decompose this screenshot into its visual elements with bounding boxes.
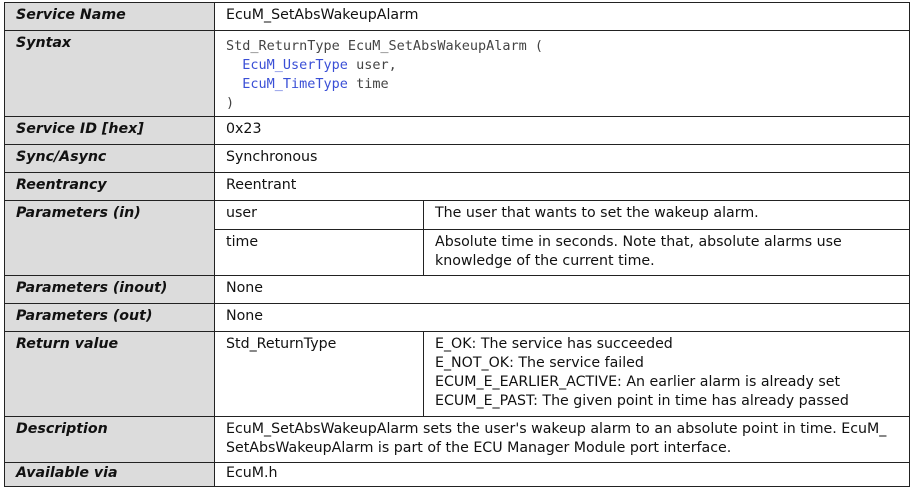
param-in-desc-time: Absolute time in seconds. Note that, abs… xyxy=(424,230,853,276)
row-sync-async: Sync/Async Synchronous xyxy=(4,144,910,173)
param1-name: user, xyxy=(347,57,397,73)
value-parameters-inout: None xyxy=(226,280,264,296)
row-parameters-out: Parameters (out) None xyxy=(4,303,910,332)
syntax-code: Std_ReturnType EcuM_SetAbsWakeupAlarm ( … xyxy=(215,31,554,117)
row-description: Description EcuM_SetAbsWakeupAlarm sets … xyxy=(4,416,910,463)
row-syntax: Syntax Std_ReturnType EcuM_SetAbsWakeupA… xyxy=(4,30,910,117)
value-service-id: 0x23 xyxy=(226,121,262,137)
label-reentrancy: Reentrancy xyxy=(4,173,214,201)
syntax-line-1: Std_ReturnType EcuM_SetAbsWakeupAlarm ( xyxy=(226,38,543,54)
return-code-past: ECUM_E_PAST: The given point in time has… xyxy=(435,393,849,409)
description-line2: SetAbsWakeupAlarm is part of the ECU Man… xyxy=(226,440,732,456)
value-service-name: EcuM_SetAbsWakeupAlarm xyxy=(226,7,419,23)
param2-type: EcuM_TimeType xyxy=(242,76,348,92)
label-return-value: Return value xyxy=(4,332,214,417)
return-code-earlier-active: ECUM_E_EARLIER_ACTIVE: An earlier alarm … xyxy=(435,374,841,390)
label-parameters-inout: Parameters (inout) xyxy=(4,276,214,304)
label-sync-async: Sync/Async xyxy=(4,145,214,173)
value-reentrancy: Reentrant xyxy=(226,177,297,193)
value-description: EcuM_SetAbsWakeupAlarm sets the user's w… xyxy=(215,417,897,463)
value-sync-async: Synchronous xyxy=(226,149,318,165)
param-in-desc-time-line2: knowledge of the current time. xyxy=(435,253,655,269)
row-available-via: Available via EcuM.h xyxy=(4,462,910,487)
param2-name: time xyxy=(347,76,389,92)
label-available-via: Available via xyxy=(4,463,214,486)
label-parameters-out: Parameters (out) xyxy=(4,304,214,332)
row-service-name: Service Name EcuM_SetAbsWakeupAlarm xyxy=(4,2,910,31)
row-reentrancy: Reentrancy Reentrant xyxy=(4,172,910,201)
label-service-name: Service Name xyxy=(4,3,214,31)
param-in-name-user: user xyxy=(226,205,257,221)
label-syntax: Syntax xyxy=(4,31,214,117)
row-service-id: Service ID [hex] 0x23 xyxy=(4,116,910,145)
label-service-id: Service ID [hex] xyxy=(4,117,214,145)
row-parameters-in: Parameters (in) user The user that wants… xyxy=(4,200,910,276)
value-available-via: EcuM.h xyxy=(226,465,278,481)
return-codes: E_OK: The service has succeeded E_NOT_OK… xyxy=(424,332,860,417)
param-in-name-time: time xyxy=(226,234,259,250)
param-in-desc-time-line1: Absolute time in seconds. Note that, abs… xyxy=(435,234,842,250)
return-type: Std_ReturnType xyxy=(226,336,337,352)
param-in-desc-user: The user that wants to set the wakeup al… xyxy=(435,205,759,221)
label-description: Description xyxy=(4,417,214,463)
label-parameters-in: Parameters (in) xyxy=(4,201,214,276)
syntax-line-3: EcuM_TimeType time xyxy=(226,75,543,94)
return-code-ok: E_OK: The service has succeeded xyxy=(435,336,673,352)
row-return-value: Return value Std_ReturnType E_OK: The se… xyxy=(4,331,910,417)
param1-type: EcuM_UserType xyxy=(242,57,348,73)
syntax-line-2: EcuM_UserType user, xyxy=(226,56,543,75)
value-parameters-out: None xyxy=(226,308,264,324)
row-parameters-inout: Parameters (inout) None xyxy=(4,275,910,304)
return-code-not-ok: E_NOT_OK: The service failed xyxy=(435,355,644,371)
description-line1: EcuM_SetAbsWakeupAlarm sets the user's w… xyxy=(226,421,887,437)
syntax-line-4: ) xyxy=(226,95,235,111)
